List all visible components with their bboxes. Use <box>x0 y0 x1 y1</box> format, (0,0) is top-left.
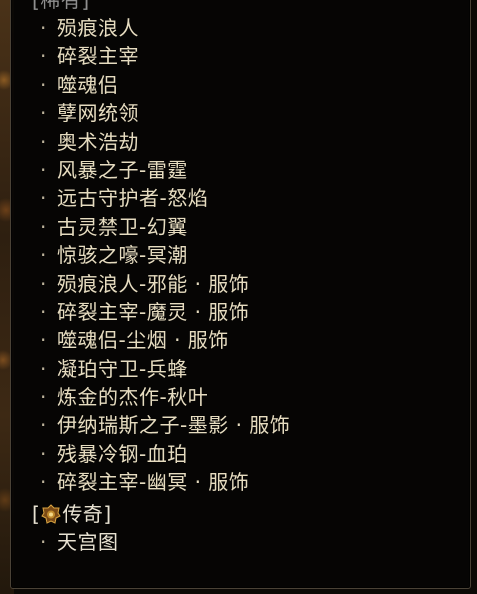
bullet-dot: · <box>40 101 47 126</box>
bullet-dot: · <box>40 413 47 438</box>
bullet-dot: · <box>40 16 47 40</box>
list-item-label: 碎裂主宰 <box>57 44 139 69</box>
bullet-dot: · <box>40 356 47 381</box>
list-item[interactable]: · 伊纳瑞斯之子-墨影 · 服饰 <box>32 411 290 439</box>
legendary-section-header: [ 传奇] <box>32 501 112 526</box>
list-item-label: 残暴冷钢-血珀 <box>57 441 188 466</box>
bullet-dot: · <box>40 129 47 154</box>
bullet-dot: · <box>40 243 47 268</box>
list-item-label: 凝珀守卫-兵蜂 <box>57 356 188 381</box>
bullet-dot: · <box>40 157 47 182</box>
bullet-dot: · <box>40 470 47 495</box>
bullet-dot: · <box>40 271 47 296</box>
legendary-section-title: 传奇 <box>62 501 104 526</box>
list-item[interactable]: · 天宫图 <box>32 528 290 556</box>
list-item[interactable]: · 孽网统领 <box>32 99 290 127</box>
list-item[interactable]: · 惊骇之嚎-冥潮 <box>32 241 290 269</box>
list-item-label: 奥术浩劫 <box>57 129 139 154</box>
list-item-label: 惊骇之嚎-冥潮 <box>57 243 188 268</box>
bullet-dot: · <box>40 72 47 97</box>
list-item-label: 碎裂主宰-幽冥 · 服饰 <box>57 470 250 495</box>
collection-list-panel: [稀有] · 殒痕浪人 · 碎裂主宰 · 噬魂侣 · 孽网统领 · 奥术浩劫 · 风暴之子-雷霆 · 远古… <box>10 0 471 589</box>
list-item-label: 远古守护者-怒焰 <box>57 186 209 211</box>
bullet-dot: · <box>40 299 47 324</box>
list-item-label: 天宫图 <box>57 529 119 554</box>
list-item[interactable]: · 噬魂侣-尘烟 · 服饰 <box>32 326 290 354</box>
bullet-dot: · <box>40 385 47 410</box>
legendary-item-list: · 天宫图 <box>32 528 290 556</box>
list-item[interactable]: · 碎裂主宰 <box>32 42 290 70</box>
game-screen: [稀有] · 殒痕浪人 · 碎裂主宰 · 噬魂侣 · 孽网统领 · 奥术浩劫 · 风暴之子-雷霆 · 远古… <box>0 0 477 594</box>
list-item-label: 孽网统领 <box>57 101 139 126</box>
rare-section-header: [稀有] <box>32 0 290 14</box>
list-item[interactable]: · 残暴冷钢-血珀 <box>32 440 290 468</box>
list-item[interactable]: · 奥术浩劫 <box>32 128 290 156</box>
bullet-dot: · <box>40 44 47 69</box>
list-item-label: 殒痕浪人-邪能 · 服饰 <box>57 271 250 296</box>
bullet-dot: · <box>40 186 47 211</box>
list-item[interactable]: · 噬魂侣 <box>32 71 290 99</box>
list-item[interactable]: · 远古守护者-怒焰 <box>32 184 290 212</box>
bullet-dot: · <box>40 529 47 554</box>
list-item[interactable]: · 风暴之子-雷霆 <box>32 156 290 184</box>
list-item-label: 炼金的杰作-秋叶 <box>57 385 209 410</box>
bullet-dot: · <box>40 214 47 239</box>
list-item[interactable]: · 碎裂主宰-魔灵 · 服饰 <box>32 298 290 326</box>
list-item-label: 碎裂主宰-魔灵 · 服饰 <box>57 299 250 324</box>
list-item[interactable]: · 碎裂主宰-幽冥 · 服饰 <box>32 468 290 496</box>
list-item-label: 风暴之子-雷霆 <box>57 157 188 182</box>
legendary-emblem-icon <box>41 503 62 524</box>
bullet-dot: · <box>40 441 47 466</box>
collection-list: [稀有] · 殒痕浪人 · 碎裂主宰 · 噬魂侣 · 孽网统领 · 奥术浩劫 · 风暴之子-雷霆 · 远古… <box>32 0 290 556</box>
list-item[interactable]: · 凝珀守卫-兵蜂 <box>32 355 290 383</box>
list-item-label: 殒痕浪人 <box>57 16 139 40</box>
rare-section-title: 稀有 <box>40 0 82 12</box>
list-item-label: 噬魂侣 <box>57 72 119 97</box>
list-item[interactable]: · 殒痕浪人 <box>32 14 290 42</box>
list-item-label: 古灵禁卫-幻翼 <box>57 214 188 239</box>
list-item[interactable]: · 炼金的杰作-秋叶 <box>32 383 290 411</box>
bullet-dot: · <box>40 328 47 353</box>
list-item[interactable]: · 古灵禁卫-幻翼 <box>32 213 290 241</box>
list-item-label: 噬魂侣-尘烟 · 服饰 <box>57 328 229 353</box>
rare-item-list: · 殒痕浪人 · 碎裂主宰 · 噬魂侣 · 孽网统领 · 奥术浩劫 · 风暴之子-雷霆 · 远古守护者-怒… <box>32 14 290 497</box>
list-item-label: 伊纳瑞斯之子-墨影 · 服饰 <box>57 413 291 438</box>
list-item[interactable]: · 殒痕浪人-邪能 · 服饰 <box>32 270 290 298</box>
